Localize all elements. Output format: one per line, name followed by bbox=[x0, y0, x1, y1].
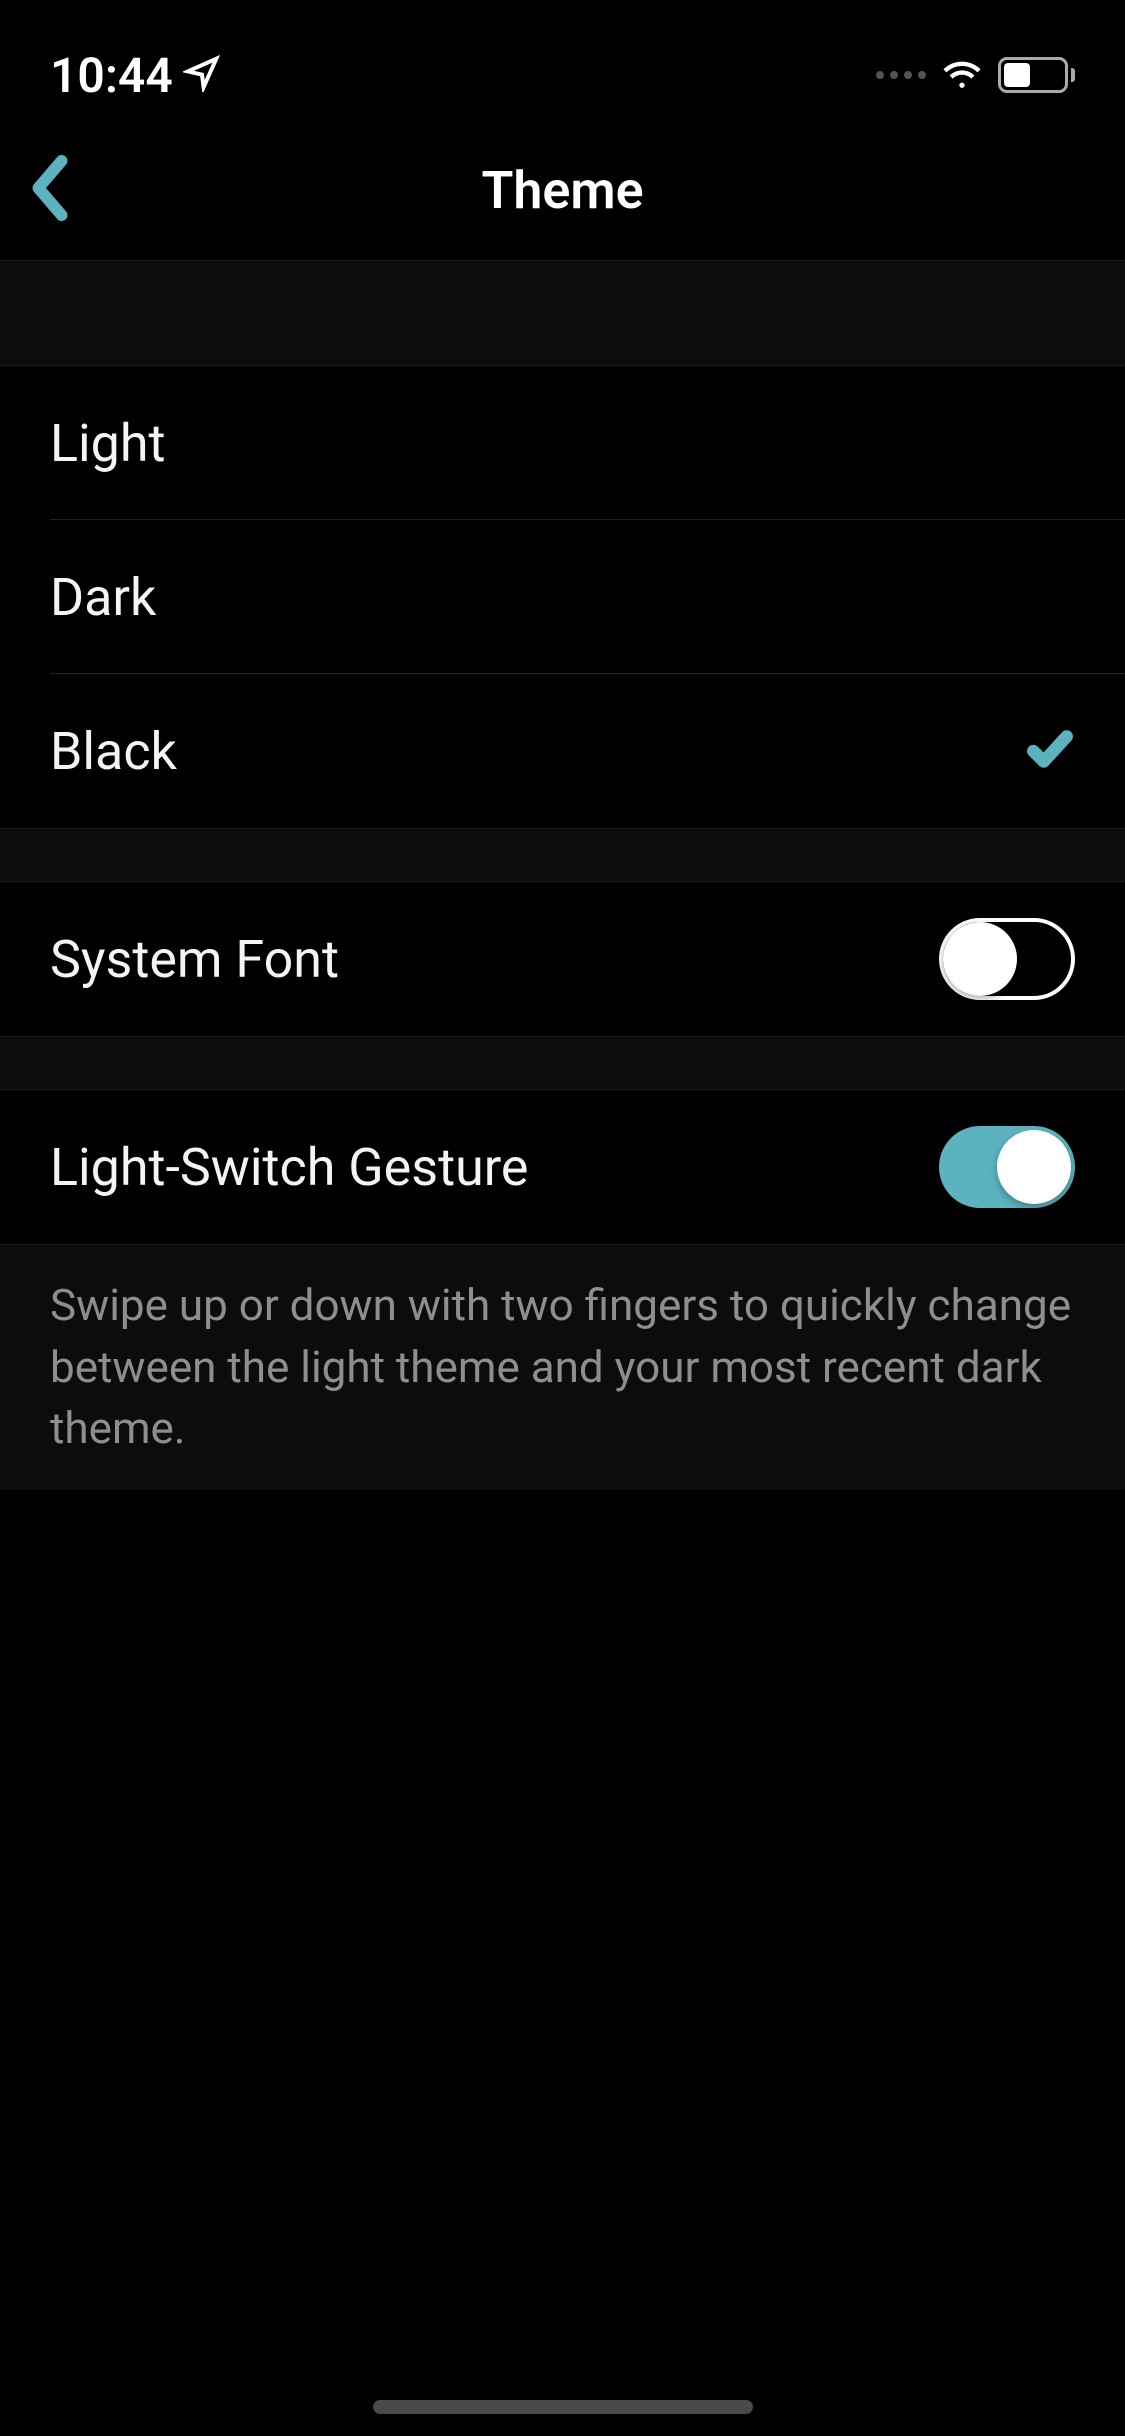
theme-option-black[interactable]: Black bbox=[0, 674, 1125, 828]
navigation-bar: Theme bbox=[0, 120, 1125, 260]
system-font-toggle[interactable] bbox=[939, 918, 1075, 1000]
light-switch-gesture-label: Light-Switch Gesture bbox=[50, 1137, 528, 1198]
system-font-row[interactable]: System Font bbox=[0, 882, 1125, 1036]
theme-option-light[interactable]: Light bbox=[0, 366, 1125, 520]
section-spacer bbox=[0, 828, 1125, 882]
theme-option-label: Black bbox=[50, 721, 177, 782]
theme-option-label: Light bbox=[50, 413, 166, 474]
font-group: System Font bbox=[0, 882, 1125, 1036]
theme-option-label: Dark bbox=[50, 567, 156, 628]
status-time: 10:44 bbox=[50, 47, 173, 104]
system-font-label: System Font bbox=[50, 929, 339, 990]
checkmark-icon bbox=[1025, 724, 1075, 778]
gesture-group: Light-Switch Gesture bbox=[0, 1090, 1125, 1244]
battery-icon bbox=[998, 57, 1075, 93]
wifi-icon bbox=[941, 52, 983, 98]
page-title: Theme bbox=[481, 160, 643, 221]
light-switch-gesture-toggle[interactable] bbox=[939, 1126, 1075, 1208]
status-left: 10:44 bbox=[50, 47, 221, 104]
status-right bbox=[876, 52, 1075, 98]
gesture-footer-text: Swipe up or down with two fingers to qui… bbox=[0, 1244, 1125, 1490]
home-indicator[interactable] bbox=[373, 2400, 753, 2414]
signal-dots-icon bbox=[876, 71, 926, 79]
back-button[interactable] bbox=[25, 153, 75, 227]
section-spacer bbox=[0, 260, 1125, 366]
light-switch-gesture-row[interactable]: Light-Switch Gesture bbox=[0, 1090, 1125, 1244]
theme-options-group: Light Dark Black bbox=[0, 366, 1125, 828]
status-bar: 10:44 bbox=[0, 0, 1125, 120]
section-spacer bbox=[0, 1036, 1125, 1090]
theme-option-dark[interactable]: Dark bbox=[0, 520, 1125, 674]
location-icon bbox=[183, 54, 221, 96]
